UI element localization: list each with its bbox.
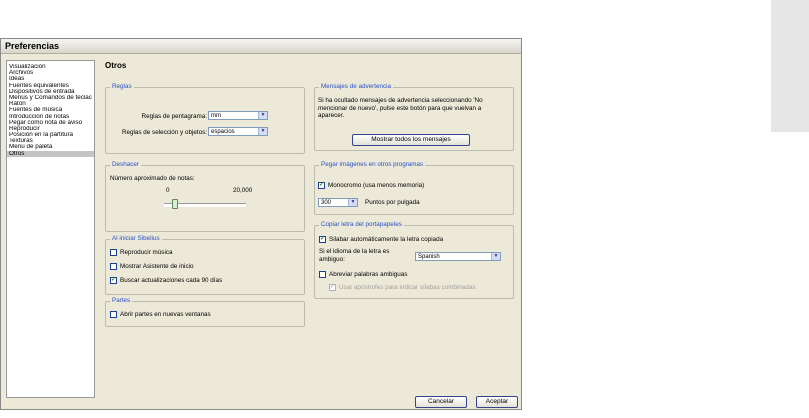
language-value: Spanish <box>418 254 440 260</box>
cancel-button[interactable]: Cancelar <box>415 396 467 408</box>
language-label: Si el idioma de la letra es ambiguo: <box>319 248 390 263</box>
startup-legend: Al iniciar Sibelius <box>110 235 162 242</box>
parts-group: Partes Abrir partes en nuevas ventanas <box>105 297 305 327</box>
undo-slider-thumb[interactable] <box>171 199 178 209</box>
open-parts-checkbox[interactable] <box>110 311 117 318</box>
chevron-down-icon[interactable]: ▼ <box>491 253 500 260</box>
undo-group: Deshacer Número aproximado de notas: 0 2… <box>105 161 305 232</box>
copy-lyrics-group: Copiar letra del portapapeles ✓ Silabar … <box>314 221 514 299</box>
startup-option-label: Buscar actualizaciones cada 90 días <box>120 277 223 284</box>
auto-syllabify-label: Silabar automáticamente la letra copiada <box>329 236 444 243</box>
undo-legend: Deshacer <box>110 161 141 168</box>
startup-option-checkbox[interactable] <box>110 249 117 256</box>
staff-rulers-value: mm <box>211 113 221 119</box>
apostrophes-checkbox[interactable]: ✓ <box>329 284 336 291</box>
slider-min-label: 0 <box>166 187 170 194</box>
abbreviate-label: Abreviar palabras ambiguas <box>329 271 408 278</box>
show-all-messages-button[interactable]: Mostrar todos los mensajes <box>352 134 470 146</box>
copy-lyrics-legend: Copiar letra del portapapeles <box>319 221 404 228</box>
startup-group: Al iniciar Sibelius Reproducir música Mos… <box>105 235 305 295</box>
accept-button[interactable]: Aceptar <box>476 396 518 408</box>
startup-option-label: Mostrar Asistente de inicio <box>120 263 194 270</box>
undo-notes-label: Número aproximado de notas: <box>110 175 195 182</box>
staff-rulers-select[interactable]: mm ▼ <box>208 111 268 120</box>
abbreviate-checkbox[interactable] <box>319 271 326 278</box>
selection-rulers-value: espacios <box>211 129 235 135</box>
startup-option-checkbox[interactable] <box>110 263 117 270</box>
staff-rulers-label: Reglas de pentagrama: <box>141 113 207 120</box>
slider-max-label: 20,000 <box>233 187 253 194</box>
dpi-value: 300 <box>321 200 332 206</box>
dpi-select[interactable]: 300 ▼ <box>318 198 358 207</box>
window-title: Preferencias <box>5 41 60 51</box>
preferences-window: Preferencias Visualización Archivos Ideas F… <box>0 38 522 410</box>
rulers-legend: Reglas <box>110 83 134 90</box>
chevron-down-icon[interactable]: ▼ <box>258 112 267 119</box>
rulers-group: Reglas Reglas de pentagrama: mm ▼ Reglas… <box>105 83 305 154</box>
chevron-down-icon[interactable]: ▼ <box>348 199 357 206</box>
title-bar: Preferencias <box>1 39 521 54</box>
monochrome-label: Monocromo (usa menos memoria) <box>328 182 425 189</box>
page-title: Otros <box>105 61 127 70</box>
language-select[interactable]: Spanish ▼ <box>415 252 501 261</box>
warnings-group: Mensajes de advertencia Si ha ocultado m… <box>314 83 514 151</box>
selection-rulers-label: Reglas de selección y objetos: <box>121 129 207 136</box>
open-parts-label: Abrir partes en nuevas ventanas <box>120 311 211 318</box>
auto-syllabify-checkbox[interactable]: ✓ <box>319 236 326 243</box>
apostrophes-label: Usar apóstrofes para indicar sílabas com… <box>339 284 476 291</box>
dpi-label: Puntos por pulgada <box>365 199 420 206</box>
side-tab <box>771 0 809 132</box>
nav-item[interactable]: Otros <box>7 150 94 157</box>
startup-option-label: Reproducir música <box>120 249 173 256</box>
parts-legend: Partes <box>110 297 133 304</box>
chevron-down-icon[interactable]: ▼ <box>258 128 267 135</box>
paste-images-legend: Pegar imágenes en otros programas <box>319 161 426 168</box>
selection-rulers-select[interactable]: espacios ▼ <box>208 127 268 136</box>
warnings-description: Si ha ocultado mensajes de advertencia s… <box>318 97 483 119</box>
category-list[interactable]: Visualización Archivos Ideas Fuentes equiva… <box>6 60 95 398</box>
startup-option-checkbox[interactable]: ✓ <box>110 277 117 284</box>
warnings-legend: Mensajes de advertencia <box>319 83 394 90</box>
monochrome-checkbox[interactable]: ✓ <box>318 182 325 189</box>
paste-images-group: Pegar imágenes en otros programas ✓ Mono… <box>314 161 514 215</box>
